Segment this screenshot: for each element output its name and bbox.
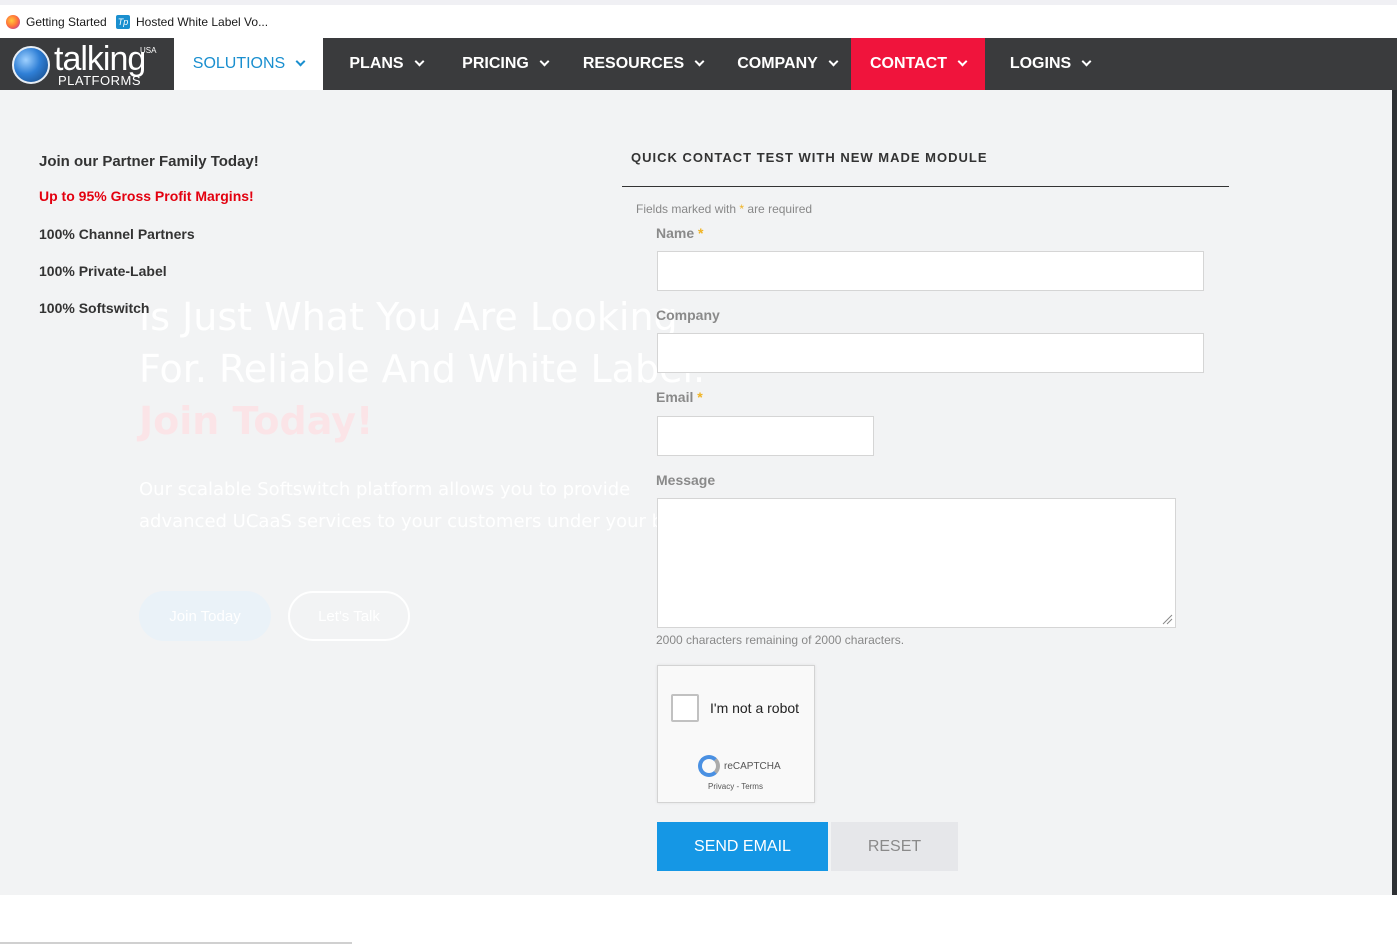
required-star: * [697, 389, 703, 405]
hero-bg-btn-label: Let's Talk [318, 607, 380, 625]
required-prefix: Fields marked with [636, 202, 737, 216]
partner-highlight: Up to 95% Gross Profit Margins! [39, 188, 254, 204]
email-label: Email * [656, 389, 703, 405]
recaptcha-logo-icon [698, 755, 720, 777]
logo-tag-text: USA [140, 46, 157, 55]
resize-grip-icon[interactable] [1161, 613, 1173, 625]
form-divider [622, 186, 1229, 187]
company-label: Company [656, 307, 720, 323]
nav-company[interactable]: COMPANY [726, 38, 848, 90]
firefox-icon [6, 15, 20, 29]
recaptcha-widget: I'm not a robot reCAPTCHA Privacy - Term… [657, 665, 815, 803]
form-title: QUICK CONTACT TEST WITH NEW MADE MODULE [631, 150, 988, 165]
partner-item: 100% Softswitch [39, 300, 150, 316]
bookmark-getting-started[interactable]: Getting Started [6, 15, 107, 29]
nav-solutions[interactable]: SOLUTIONS [174, 38, 323, 90]
nav-plans[interactable]: PLANS [336, 38, 436, 90]
partner-item: 100% Channel Partners [39, 226, 195, 242]
label-text: Name [656, 225, 695, 241]
bookmark-label: Hosted White Label Vo... [136, 15, 269, 29]
label-text: Email [656, 389, 694, 405]
hero-bg-line3: Join Today! [139, 399, 374, 443]
talking-platforms-icon: Tp [116, 15, 130, 29]
name-input[interactable] [657, 251, 1204, 291]
reset-button[interactable]: RESET [831, 822, 958, 871]
footer-divider [0, 942, 352, 944]
button-label: RESET [867, 837, 922, 855]
recaptcha-links[interactable]: Privacy - Terms [708, 782, 763, 791]
nav-resources[interactable]: RESOURCES [574, 38, 712, 90]
label-text: Message [656, 472, 716, 488]
chevron-down-icon [694, 56, 705, 67]
right-edge-bar [1392, 90, 1397, 895]
hero-bg-para2: advanced UCaaS services to your customer… [139, 511, 682, 532]
hero-bg-line2: For. Reliable And White Label. [139, 347, 706, 391]
chevron-down-icon [828, 56, 839, 67]
main-navigation: talking PLATFORMS USA SOLUTIONS PLANS PR… [0, 38, 1397, 90]
talking-platforms-logo[interactable]: talking PLATFORMS USA [12, 40, 162, 88]
hero-bg-talk-button: Let's Talk [288, 591, 410, 641]
hero-bg-btn-label: Join Today [169, 607, 241, 625]
character-counter: 2000 characters remaining of 2000 charac… [656, 633, 905, 647]
bookmark-label: Getting Started [26, 15, 107, 29]
partner-item: 100% Private-Label [39, 263, 167, 279]
recaptcha-label: I'm not a robot [710, 700, 800, 716]
required-suffix: are required [747, 202, 813, 216]
send-email-button[interactable]: SEND EMAIL [657, 822, 828, 871]
button-label: SEND EMAIL [694, 837, 791, 855]
partner-title: Join our Partner Family Today! [39, 153, 259, 170]
logo-sub-text: PLATFORMS [58, 73, 141, 88]
required-note: Fields marked with * are required [636, 202, 812, 216]
bookmarks-bar: Getting Started Tp Hosted White Label Vo… [0, 0, 1397, 38]
hero-bg-join-button: Join Today [139, 591, 271, 641]
recaptcha-checkbox[interactable] [671, 694, 699, 722]
label-text: Company [656, 307, 720, 323]
required-star: * [698, 225, 704, 241]
globe-icon [12, 46, 50, 84]
chevron-down-icon [957, 56, 968, 67]
message-textarea[interactable] [657, 498, 1176, 628]
chevron-down-icon [414, 56, 425, 67]
name-label: Name * [656, 225, 703, 241]
nav-label: PLANS [349, 55, 404, 72]
hero-bg-line1: Is Just What You Are Looking [139, 295, 678, 339]
nav-label: LOGINS [1009, 55, 1072, 72]
chevron-down-icon [539, 56, 550, 67]
nav-label: COMPANY [737, 55, 818, 72]
message-label: Message [656, 472, 715, 488]
nav-label: PRICING [462, 55, 529, 72]
nav-label: SOLUTIONS [192, 55, 286, 72]
chevron-down-icon [1081, 56, 1092, 67]
recaptcha-brand: reCAPTCHA [724, 761, 781, 772]
nav-label: RESOURCES [582, 55, 685, 72]
nav-label: CONTACT [869, 55, 948, 72]
required-star: * [739, 202, 745, 216]
bookmark-hosted-white-label[interactable]: Tp Hosted White Label Vo... [116, 15, 268, 29]
hero-bg-para1: Our scalable Softswitch platform allows … [139, 479, 631, 500]
email-input[interactable] [657, 416, 874, 456]
hero-section: Is Just What You Are Looking For. Reliab… [0, 90, 1392, 895]
chevron-down-icon [295, 56, 306, 67]
nav-pricing[interactable]: PRICING [450, 38, 560, 90]
company-input[interactable] [657, 333, 1204, 373]
nav-logins[interactable]: LOGINS [998, 38, 1102, 90]
nav-contact[interactable]: CONTACT [851, 38, 985, 90]
